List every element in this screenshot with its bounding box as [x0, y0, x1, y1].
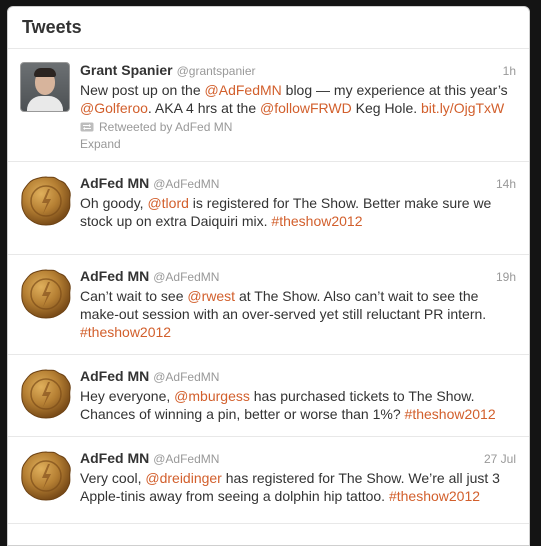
tweet-timestamp[interactable]: 14h — [496, 177, 516, 191]
tweet-author-handle[interactable]: @grantspanier — [177, 64, 256, 78]
hashtag-link[interactable]: #theshow2012 — [389, 488, 480, 504]
expand-link[interactable]: Expand — [80, 137, 516, 151]
avatar[interactable] — [20, 175, 70, 225]
avatar[interactable] — [20, 368, 70, 418]
retweeted-by-label[interactable]: Retweeted by AdFed MN — [99, 120, 232, 134]
tweet-text: New post up on the @AdFedMN blog — my ex… — [80, 82, 508, 116]
tweet-timestamp[interactable]: 27 Jul — [484, 452, 516, 466]
tweet-author-handle[interactable]: @AdFedMN — [153, 270, 219, 284]
avatar[interactable] — [20, 62, 70, 112]
panel-header: Tweets — [8, 7, 529, 49]
hashtag-link[interactable]: #theshow2012 — [405, 406, 496, 422]
avatar[interactable] — [20, 450, 70, 500]
mention-link[interactable]: @Golferoo — [80, 100, 148, 116]
wax-seal-icon — [20, 368, 72, 420]
panel-title: Tweets — [22, 17, 82, 37]
tweet-author-name[interactable]: AdFed MN — [80, 450, 149, 466]
wax-seal-icon — [20, 450, 72, 502]
tweet-item[interactable]: Grant Spanier @grantspanier 1h New post … — [8, 49, 529, 162]
retweet-icon — [80, 122, 94, 132]
mention-link[interactable]: @rwest — [187, 288, 235, 304]
tweet-author-handle[interactable]: @AdFedMN — [153, 177, 219, 191]
mention-link[interactable]: @mburgess — [174, 388, 250, 404]
tweet-author-handle[interactable]: @AdFedMN — [153, 370, 219, 384]
tweets-panel: Tweets Grant Spanier @grantspanier 1h Ne… — [7, 6, 530, 546]
avatar-photo — [20, 62, 70, 112]
tweet-author-name[interactable]: AdFed MN — [80, 268, 149, 284]
tweet-author-name[interactable]: AdFed MN — [80, 175, 149, 191]
tweet-text: Can’t wait to see @rwest at The Show. Al… — [80, 288, 487, 340]
tweet-item[interactable]: AdFed MN @AdFedMN 14h Oh goody, @tlord i… — [8, 162, 529, 255]
tweet-timestamp[interactable]: 19h — [496, 270, 516, 284]
retweet-info: Retweeted by AdFed MN — [80, 120, 516, 134]
tweet-author-name[interactable]: Grant Spanier — [80, 62, 173, 78]
tweet-text: Oh goody, @tlord is registered for The S… — [80, 195, 492, 229]
tweet-item[interactable]: AdFed MN @AdFedMN 27 Jul Very cool, @dre… — [8, 437, 529, 524]
avatar[interactable] — [20, 268, 70, 318]
mention-link[interactable]: @AdFedMN — [205, 82, 282, 98]
wax-seal-icon — [20, 175, 72, 227]
hashtag-link[interactable]: #theshow2012 — [271, 213, 362, 229]
url-link[interactable]: bit.ly/OjgTxW — [421, 100, 504, 116]
tweet-item[interactable]: AdFed MN @AdFedMN Hey everyone, @mburges… — [8, 355, 529, 437]
tweet-author-handle[interactable]: @AdFedMN — [153, 452, 219, 466]
mention-link[interactable]: @tlord — [147, 195, 188, 211]
tweet-item[interactable]: AdFed MN @AdFedMN 19h Can’t wait to see … — [8, 255, 529, 355]
wax-seal-icon — [20, 268, 72, 320]
tweet-text: Very cool, @dreidinger has registered fo… — [80, 470, 500, 504]
mention-link[interactable]: @dreidinger — [145, 470, 221, 486]
tweet-timestamp[interactable]: 1h — [503, 64, 516, 78]
tweet-text: Hey everyone, @mburgess has purchased ti… — [80, 388, 496, 422]
hashtag-link[interactable]: #theshow2012 — [80, 324, 171, 340]
mention-link[interactable]: @followFRWD — [260, 100, 352, 116]
tweet-author-name[interactable]: AdFed MN — [80, 368, 149, 384]
